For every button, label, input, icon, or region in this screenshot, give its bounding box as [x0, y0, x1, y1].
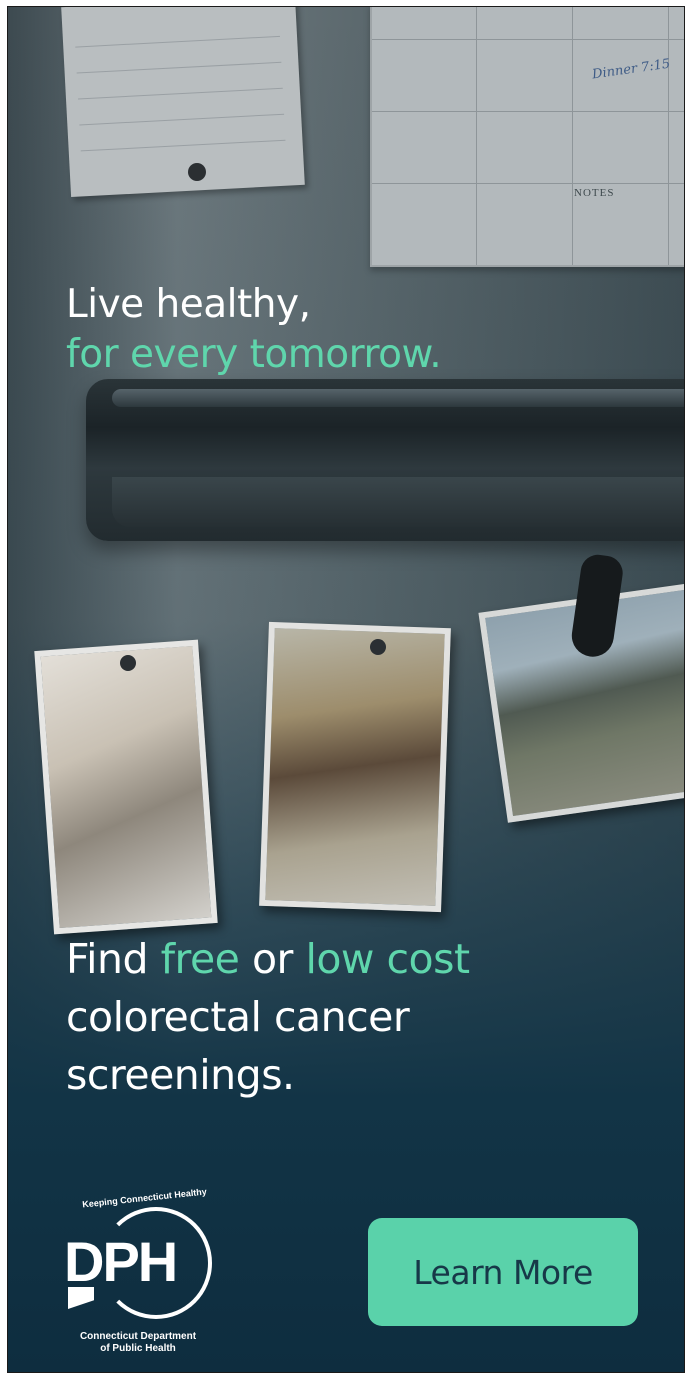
- magnet-icon: [120, 655, 136, 671]
- headline-bottom: Find free or low cost colorectal cancer …: [66, 930, 470, 1104]
- org-line-2: of Public Health: [100, 1343, 176, 1354]
- fridge-handle-highlight: [112, 389, 684, 407]
- fridge-handle-recess: [112, 477, 684, 527]
- wall-calendar: [370, 7, 684, 267]
- dph-logo-tail-icon: [68, 1287, 94, 1309]
- ad-banner: Dinner 7:15 NOTES Live healthy, for ever…: [7, 6, 685, 1373]
- learn-more-label: Learn More: [413, 1252, 593, 1292]
- calendar-notes-label: NOTES: [574, 187, 615, 199]
- magnet-icon: [188, 163, 206, 181]
- paper-note: [61, 7, 305, 197]
- learn-more-button[interactable]: Learn More: [368, 1218, 638, 1326]
- magnet-icon: [370, 639, 386, 655]
- headline-bottom-line-1: Find free or low cost: [66, 930, 470, 988]
- headline-bottom-line-2: colorectal cancer: [66, 993, 410, 1041]
- headline-line-1: Live healthy,: [66, 282, 311, 327]
- text-or: or: [251, 935, 293, 983]
- headline-line-2: for every tomorrow.: [66, 332, 442, 377]
- dph-logo-org-name: Connecticut Department of Public Health: [60, 1331, 216, 1355]
- headline-bottom-line-3: screenings.: [66, 1051, 295, 1099]
- org-line-1: Connecticut Department: [79, 1331, 197, 1342]
- dph-logo-letters: DPH: [64, 1230, 178, 1293]
- photo-children-playing: [259, 621, 451, 913]
- text-free: free: [160, 935, 240, 983]
- headline-top: Live healthy, for every tomorrow.: [66, 280, 442, 380]
- text-find: Find: [66, 935, 149, 983]
- dph-logo-tagline: Keeping Connecticut Healthy: [81, 1186, 208, 1210]
- text-low-cost: low cost: [305, 935, 470, 983]
- photo-baby: [34, 639, 218, 935]
